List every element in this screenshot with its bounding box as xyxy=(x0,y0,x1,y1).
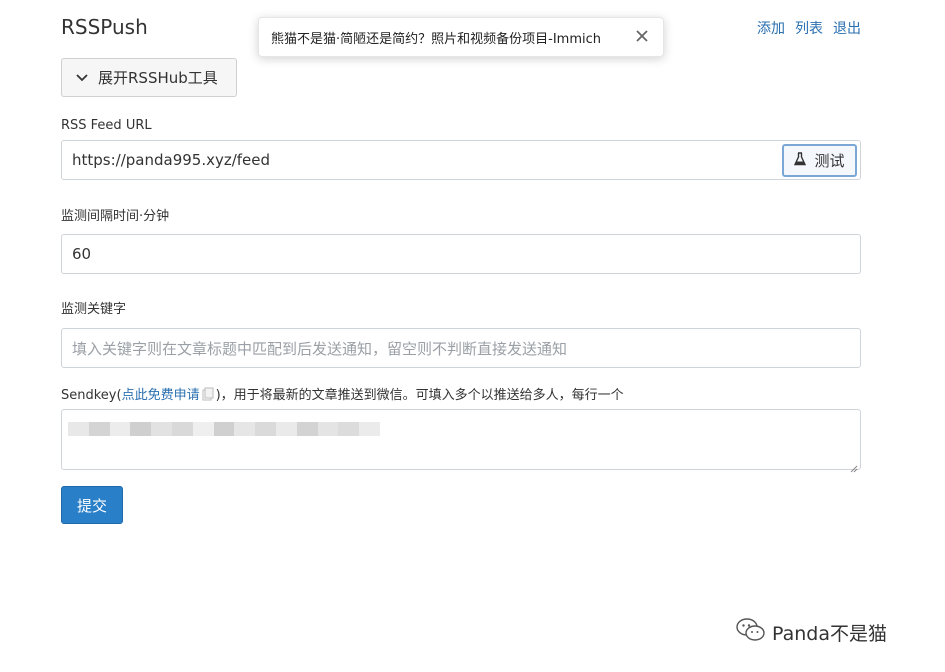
keyword-placeholder: 填入关键字则在文章标题中匹配到后发送通知，留空则不判断直接发送通知 xyxy=(72,339,568,358)
watermark-text: Panda不是猫 xyxy=(772,623,887,645)
submit-button[interactable]: 提交 xyxy=(61,486,123,524)
wechat-icon xyxy=(736,617,766,648)
test-label: 测试 xyxy=(814,152,845,170)
keyword-label: 监测关键字 xyxy=(61,302,127,317)
expand-label: 展开RSSHub工具 xyxy=(98,69,218,87)
redacted-sendkey xyxy=(68,422,380,436)
app-title: RSSPush xyxy=(61,15,148,39)
sendkey-label-suffix: )，用于将最新的文章推送到微信。可填入多个以推送给多人，每行一个 xyxy=(215,388,624,403)
toast-message: 熊猫不是猫·简陋还是简约？照片和视频备份项目-Immich xyxy=(271,31,601,47)
expand-rsshub-button[interactable]: 展开RSSHub工具 xyxy=(61,58,237,97)
sendkey-label: Sendkey(点此免费申请 )，用于将最新的文章推送到微信。可填入多个以推送给多… xyxy=(61,384,624,403)
interval-value: 60 xyxy=(72,245,92,263)
sendkey-textarea[interactable] xyxy=(61,409,861,473)
external-link-icon xyxy=(202,387,214,401)
feed-url-input[interactable]: https://panda995.xyz/feed 测试 xyxy=(61,140,861,180)
keyword-input[interactable]: 填入关键字则在文章标题中匹配到后发送通知，留空则不判断直接发送通知 xyxy=(61,328,861,368)
sendkey-label-prefix: Sendkey( xyxy=(61,388,122,403)
top-nav: 添加 列表 退出 xyxy=(757,18,861,38)
notification-toast: 熊猫不是猫·简陋还是简约？照片和视频备份项目-Immich xyxy=(258,17,664,57)
watermark: Panda不是猫 xyxy=(736,617,887,648)
flask-icon xyxy=(794,151,807,170)
chevron-down-icon xyxy=(76,73,88,82)
feed-url-label: RSS Feed URL xyxy=(61,118,152,133)
nav-list-link[interactable]: 列表 xyxy=(795,18,823,38)
sendkey-apply-link[interactable]: 点此免费申请 xyxy=(122,388,200,403)
nav-add-link[interactable]: 添加 xyxy=(757,18,785,38)
interval-label: 监测间隔时间·分钟 xyxy=(61,209,170,224)
close-icon[interactable] xyxy=(633,28,651,46)
interval-input[interactable]: 60 xyxy=(61,234,861,274)
test-button[interactable]: 测试 xyxy=(782,144,857,177)
resize-handle[interactable] xyxy=(849,458,858,473)
feed-url-value: https://panda995.xyz/feed xyxy=(72,151,271,169)
nav-logout-link[interactable]: 退出 xyxy=(833,18,861,38)
